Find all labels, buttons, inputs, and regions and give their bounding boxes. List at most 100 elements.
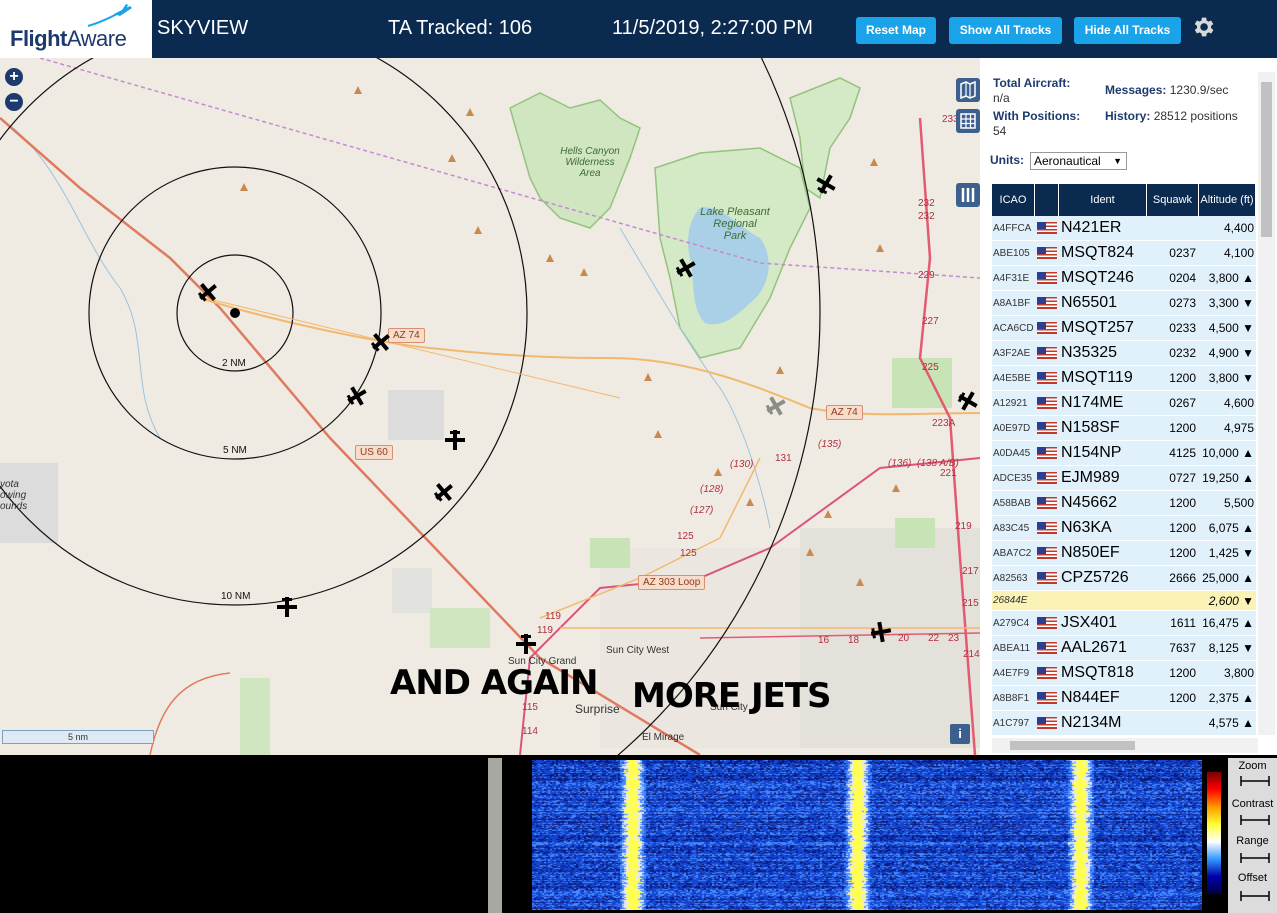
grid-icon[interactable] [956, 109, 980, 133]
table-row[interactable]: A83C45 N63KA 1200 6,075 ▲ [992, 516, 1256, 541]
road-227: 227 [922, 316, 939, 327]
table-row[interactable]: A8B8F1 N844EF 1200 2,375 ▲ [992, 686, 1256, 711]
spectrum-divider[interactable] [488, 758, 502, 913]
waterfall-display[interactable] [532, 760, 1202, 910]
contrast-label: Contrast [1231, 798, 1274, 810]
col-altitude[interactable]: Altitude (ft) [1199, 184, 1256, 216]
table-row[interactable]: A1C797 N2134M 4,575 ▲ [992, 711, 1256, 736]
ring-label-10nm: 10 NM [221, 591, 251, 602]
cell-altitude: 4,900 ▼ [1208, 346, 1254, 360]
cell-icao: A8A1BF [993, 297, 1031, 309]
cell-altitude: 4,400 [1223, 221, 1254, 235]
contrast-slider[interactable] [1240, 814, 1270, 826]
table-row[interactable]: A4FFCA N421ER 4,400 [992, 216, 1256, 241]
cell-squawk: 1611 [1170, 616, 1196, 630]
panel-vertical-scrollbar[interactable] [1258, 72, 1275, 735]
col-icao[interactable]: ICAO [992, 184, 1035, 216]
flightaware-logo[interactable]: FlightAware [0, 0, 152, 58]
road-131: 131 [775, 453, 792, 464]
flag-cell [1035, 667, 1059, 679]
cell-ident: MSQT246 [1061, 269, 1134, 286]
cell-ident: N45662 [1061, 494, 1118, 511]
cell-altitude: 2,600 ▼ [1208, 593, 1254, 608]
us-flag-icon [1037, 667, 1057, 679]
spectrum-panel: Zoom Contrast Range Offset [0, 758, 1277, 913]
table-row[interactable]: A58BAB N45662 1200 5,500 [992, 491, 1256, 516]
table-row[interactable]: A4E7F9 MSQT818 1200 3,800 [992, 661, 1256, 686]
table-row[interactable]: A3F2AE N35325 0232 4,900 ▼ [992, 341, 1256, 366]
table-row[interactable]: ABEA11 AAL2671 7637 8,125 ▼ [992, 636, 1256, 661]
stat-with-positions: With Positions: 54 [993, 109, 1081, 138]
zoom-slider[interactable] [1240, 775, 1270, 787]
table-row[interactable]: A4E5BE MSQT119 1200 3,800 ▼ [992, 366, 1256, 391]
reset-map-button[interactable]: Reset Map [856, 17, 936, 44]
flag-cell [1035, 322, 1059, 334]
table-row[interactable]: A82563 CPZ5726 2666 25,000 ▲ [992, 566, 1256, 591]
table-row[interactable]: A279C4 JSX401 1611 16,475 ▲ [992, 611, 1256, 636]
table-row[interactable]: A8A1BF N65501 0273 3,300 ▼ [992, 291, 1256, 316]
flag-cell [1035, 422, 1059, 434]
us-flag-icon [1037, 322, 1057, 334]
cell-squawk: 0267 [1169, 396, 1196, 410]
cell-altitude: 2,375 ▲ [1208, 691, 1254, 705]
shield-us60: US 60 [355, 445, 393, 460]
aircraft-table: ICAO Ident Squawk Altitude (ft) A4FFCA N4… [992, 184, 1256, 736]
offset-slider[interactable] [1240, 890, 1270, 902]
table-row[interactable]: A12921 N174ME 0267 4,600 [992, 391, 1256, 416]
map-icon[interactable] [956, 78, 980, 102]
road-128: (128) [700, 484, 724, 495]
app-title: SKYVIEW [157, 17, 249, 39]
us-flag-icon [1037, 422, 1057, 434]
table-row[interactable]: A0E97D N158SF 1200 4,975 [992, 416, 1256, 441]
cell-icao: A3F2AE [993, 347, 1031, 359]
range-slider[interactable] [1240, 852, 1270, 864]
table-row[interactable]: ABE105 MSQT824 0237 4,100 [992, 241, 1256, 266]
cell-icao: A4FFCA [993, 222, 1032, 234]
col-squawk[interactable]: Squawk [1147, 184, 1199, 216]
road-215: 215 [962, 598, 979, 609]
us-flag-icon [1037, 472, 1057, 484]
cell-squawk: 0204 [1169, 271, 1196, 285]
table-row[interactable]: ABA7C2 N850EF 1200 1,425 ▼ [992, 541, 1256, 566]
road-135: (135) [818, 439, 842, 450]
cell-ident: MSQT119 [1061, 369, 1133, 386]
shield-az303: AZ 303 Loop [638, 575, 706, 590]
road-20: 20 [898, 633, 910, 644]
table-row[interactable]: A4F31E MSQT246 0204 3,800 ▲ [992, 266, 1256, 291]
label-lake-pleasant: Lake Pleasant Regional Park [700, 206, 770, 242]
flag-cell [1035, 642, 1059, 654]
receiver-location-marker [230, 308, 240, 318]
label-surprise: Surprise [575, 702, 620, 716]
units-select[interactable]: Aeronautical ▼ [1030, 152, 1127, 170]
offset-label: Offset [1237, 872, 1268, 884]
hide-all-tracks-button[interactable]: Hide All Tracks [1074, 17, 1181, 44]
road-223a: 223A [932, 418, 956, 429]
col-flag[interactable] [1035, 184, 1059, 216]
flag-cell [1035, 497, 1059, 509]
cell-squawk: 1200 [1169, 691, 1196, 705]
cell-altitude: 10,000 ▲ [1202, 446, 1254, 460]
info-button[interactable]: i [950, 724, 970, 744]
shield-az74: AZ 74 [388, 328, 425, 343]
aircraft-panel: Total Aircraft: n/a Messages: 1230.9/sec … [980, 58, 1277, 755]
cell-icao: ADCE35 [993, 472, 1032, 484]
road-214: 214 [963, 649, 980, 660]
label-el-mirage: El Mirage [642, 732, 685, 743]
table-row[interactable]: A0DA45 N154NP 4125 10,000 ▲ [992, 441, 1256, 466]
flag-cell [1035, 472, 1059, 484]
col-ident[interactable]: Ident [1059, 184, 1147, 216]
gear-icon[interactable] [1190, 14, 1216, 40]
road-125b: 125 [680, 548, 697, 559]
zoom-out-button[interactable]: − [5, 93, 23, 111]
cell-icao: A4E7F9 [993, 667, 1030, 679]
table-row[interactable]: ACA6CD MSQT257 0233 4,500 ▼ [992, 316, 1256, 341]
table-row[interactable]: 26844E 2,600 ▼ [992, 591, 1256, 611]
map-view[interactable]: Hells Canyon Wilderness Area Lake Pleasa… [0, 58, 980, 755]
cell-squawk: 1200 [1169, 421, 1196, 435]
zoom-in-button[interactable]: + [5, 68, 23, 86]
table-row[interactable]: ADCE35 EJM989 0727 19,250 ▲ [992, 466, 1256, 491]
panel-horizontal-scrollbar[interactable] [992, 738, 1258, 753]
columns-icon[interactable] [956, 183, 980, 207]
show-all-tracks-button[interactable]: Show All Tracks [949, 17, 1062, 44]
flag-cell [1035, 572, 1059, 584]
